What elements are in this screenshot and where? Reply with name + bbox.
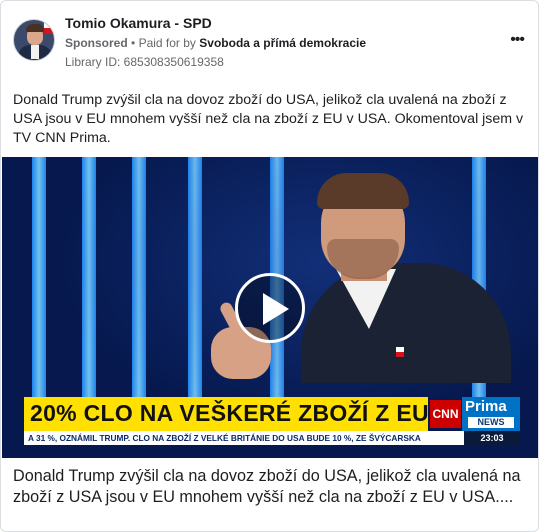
avatar[interactable] [13,19,55,61]
prima-news-logo: Prima NEWS [462,397,520,431]
speaker-hair [317,173,409,209]
library-id: Library ID: 685308350619358 [65,55,224,69]
payer-link[interactable]: Svoboda a přímá demokracie [199,36,366,50]
ad-card: Tomio Okamura - SPD Sponsored • Paid for… [0,0,539,532]
news-headline: 20% CLO NA VEŠKERÉ ZBOŽÍ Z EU [24,397,429,431]
ad-header: Tomio Okamura - SPD Sponsored • Paid for… [13,11,526,73]
avatar-shirt [31,45,39,59]
broadcast-clock: 23:03 [464,431,520,445]
video-caption: Donald Trump zvýšil cla na dovoz zboží d… [13,467,521,506]
avatar-hair [26,24,44,32]
cnn-logo: CNN [430,400,461,428]
news-ticker: A 31 %, OZNÁMIL TRUMP. CLO NA ZBOŽÍ Z VE… [24,431,464,445]
more-options-icon[interactable]: ••• [510,31,525,49]
play-icon [263,293,289,325]
flag-pin-icon [396,347,404,357]
meta-separator: • [131,36,139,50]
paid-for-prefix: Paid for by [138,36,196,50]
ad-body-text: Donald Trump zvýšil cla na dovoz zboží d… [13,92,524,146]
page-name-link[interactable]: Tomio Okamura - SPD [65,15,212,31]
play-button[interactable] [235,273,305,343]
prima-logo-text: Prima [465,398,507,415]
sponsorship-info: Sponsored • Paid for by Svoboda a přímá … [65,36,366,50]
flag-icon [44,22,54,34]
news-label: NEWS [468,417,514,428]
sponsored-label: Sponsored [65,36,128,50]
